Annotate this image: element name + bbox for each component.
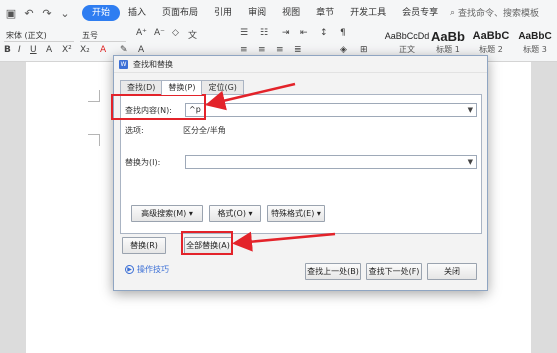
dialog-title: 查找和替换 (133, 59, 173, 69)
search-label: 查找命令、搜索模板 (458, 9, 540, 19)
sort-icon[interactable]: ↕ (320, 28, 328, 38)
find-next-button[interactable]: 查找下一处(F) (366, 263, 422, 280)
font-size-value: 五号 (82, 30, 98, 40)
redo-icon[interactable]: ↷ (40, 6, 54, 20)
justify-icon[interactable]: ≣ (294, 45, 302, 55)
tips-link[interactable]: ▶ 操作技巧 (125, 264, 169, 275)
style-heading-1-name: 标题 1 (436, 45, 460, 54)
strikethrough-icon[interactable]: A (46, 45, 52, 55)
menu-tab-section[interactable]: 章节 (308, 5, 342, 21)
options-label: 选项: (125, 126, 144, 135)
menu-tab-review[interactable]: 审阅 (240, 5, 274, 21)
show-marks-icon[interactable]: ¶ (340, 28, 346, 38)
font-name-select[interactable]: 宋体 (正文) (4, 29, 74, 42)
margin-mark-top-left (88, 90, 100, 102)
menu-tab-view[interactable]: 视图 (274, 5, 308, 21)
style-heading-3[interactable]: AaBbC 标题 3 (514, 30, 556, 58)
style-heading-2-preview: AaBbC (472, 30, 510, 42)
outdent-icon[interactable]: ⇤ (300, 28, 308, 38)
dialog-tabs: 查找(D) 替换(P) 定位(G) (120, 80, 244, 95)
find-input[interactable]: ^p ▼ (185, 103, 477, 117)
format-button[interactable]: 格式(O) ▾ (209, 205, 261, 222)
replace-input[interactable]: ▼ (185, 155, 477, 169)
style-heading-3-name: 标题 3 (523, 45, 547, 54)
app-icon: W (119, 59, 128, 69)
options-value: 区分全/半角 (183, 126, 226, 135)
numbered-list-icon[interactable]: ☷ (260, 28, 268, 38)
style-heading-1-preview: AaBb (431, 30, 465, 43)
undo-icon[interactable]: ↶ (22, 6, 36, 20)
find-field-highlight (111, 94, 206, 120)
save-icon[interactable]: ▣ (4, 6, 18, 20)
search-icon: ⌕ (450, 7, 456, 18)
char-shading-icon[interactable]: A (138, 45, 144, 55)
style-heading-3-preview: AaBbC (518, 31, 552, 42)
tips-link-label: 操作技巧 (137, 265, 169, 274)
superscript-icon[interactable]: X² (62, 45, 72, 55)
border-icon[interactable]: ⊞ (360, 45, 368, 55)
style-heading-2[interactable]: AaBbC 标题 2 (470, 30, 512, 58)
style-heading-1[interactable]: AaBb 标题 1 (428, 30, 468, 58)
underline-icon[interactable]: U (30, 45, 37, 55)
shrink-font-icon[interactable]: A⁻ (154, 28, 165, 38)
command-search[interactable]: ⌕ 查找命令、搜索模板 (450, 6, 540, 20)
dialog-titlebar[interactable]: W 查找和替换 (114, 56, 487, 73)
tab-goto[interactable]: 定位(G) (201, 80, 244, 94)
menu-tabs: 开始 插入 页面布局 引用 审阅 视图 章节 开发工具 会员专享 (82, 5, 446, 21)
dropdown-icon[interactable]: ⌄ (58, 6, 72, 20)
indent-icon[interactable]: ⇥ (282, 28, 290, 38)
close-button[interactable]: 关闭 (427, 263, 477, 280)
italic-icon[interactable]: I (18, 45, 21, 55)
replace-dropdown-icon[interactable]: ▼ (468, 156, 473, 168)
find-previous-button[interactable]: 查找上一处(B) (305, 263, 361, 280)
style-normal-name: 正文 (399, 45, 415, 54)
shading-icon[interactable]: ◈ (340, 45, 347, 55)
grow-font-icon[interactable]: A⁺ (136, 28, 147, 38)
align-left-icon[interactable]: ≡ (240, 45, 248, 55)
menu-tab-insert[interactable]: 插入 (120, 5, 154, 21)
play-icon: ▶ (125, 265, 134, 274)
clear-format-icon[interactable]: ◇ (172, 28, 179, 38)
replace-all-highlight (181, 231, 233, 255)
find-replace-dialog: W 查找和替换 查找(D) 替换(P) 定位(G) 查找内容(N): ^p ▼ … (113, 55, 488, 291)
replace-label: 替换为(I): (125, 158, 161, 167)
ribbon: ▣ ↶ ↷ ⌄ 开始 插入 页面布局 引用 审阅 视图 章节 开发工具 会员专享… (0, 0, 557, 62)
advanced-search-button[interactable]: 高级搜索(M) ▾ (131, 205, 203, 222)
align-center-icon[interactable]: ≡ (258, 45, 266, 55)
menu-tab-developer[interactable]: 开发工具 (342, 5, 394, 21)
special-format-button[interactable]: 特殊格式(E) ▾ (267, 205, 325, 222)
highlight-icon[interactable]: ✎ (120, 45, 128, 55)
bullet-list-icon[interactable]: ☰ (240, 28, 248, 38)
margin-mark-bottom-left (88, 134, 100, 146)
align-right-icon[interactable]: ≡ (276, 45, 284, 55)
font-size-select[interactable]: 五号 (80, 29, 126, 42)
tab-find[interactable]: 查找(D) (120, 80, 163, 94)
bold-icon[interactable]: B (4, 45, 11, 55)
replace-button[interactable]: 替换(R) (122, 237, 166, 254)
menu-tab-layout[interactable]: 页面布局 (154, 5, 206, 21)
style-normal-preview: AaBbCcDd (384, 31, 430, 41)
menu-tab-home[interactable]: 开始 (82, 5, 121, 21)
tab-replace[interactable]: 替换(P) (161, 80, 203, 95)
font-name-value: 宋体 (正文) (6, 30, 47, 40)
font-color-icon[interactable]: A (100, 45, 106, 55)
menu-bar: ▣ ↶ ↷ ⌄ 开始 插入 页面布局 引用 审阅 视图 章节 开发工具 会员专享… (0, 0, 557, 26)
style-normal[interactable]: AaBbCcDd 正文 (384, 30, 430, 58)
menu-tab-references[interactable]: 引用 (206, 5, 240, 21)
menu-tab-member[interactable]: 会员专享 (394, 5, 446, 21)
phonetic-icon[interactable]: 文 (188, 28, 197, 41)
find-dropdown-icon[interactable]: ▼ (468, 104, 473, 116)
style-heading-2-name: 标题 2 (479, 45, 503, 54)
subscript-icon[interactable]: X₂ (80, 45, 90, 55)
